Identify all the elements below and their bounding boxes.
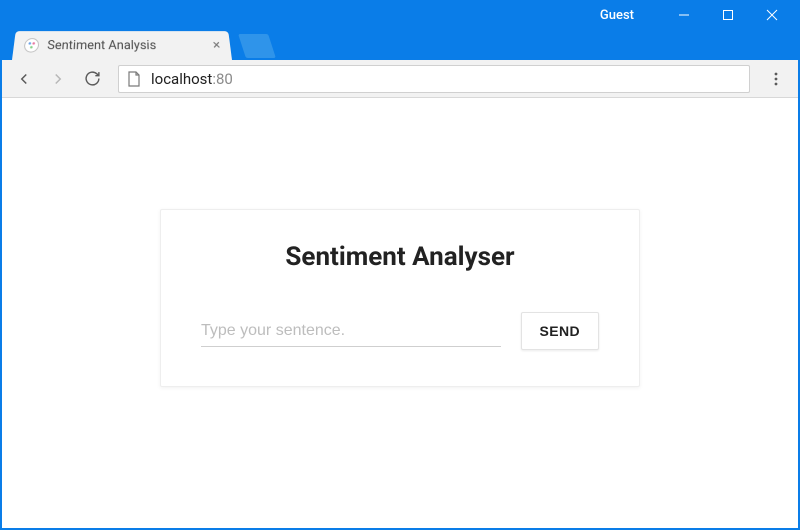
window-titlebar: Guest [2,2,798,28]
url-port: :80 [212,70,233,88]
send-button[interactable]: SEND [521,312,600,350]
url-host: localhost [151,70,212,88]
reload-button[interactable] [78,65,106,93]
maximize-button[interactable] [706,2,750,28]
sentiment-card: Sentiment Analyser SEND [160,209,640,387]
tab-strip: Sentiment Analysis × [2,28,798,60]
favicon-icon [23,38,40,53]
browser-tab-active[interactable]: Sentiment Analysis × [12,31,232,60]
browser-toolbar: localhost:80 [2,60,798,98]
back-button[interactable] [10,65,38,93]
window-controls [662,2,794,28]
address-bar[interactable]: localhost:80 [118,65,750,93]
tab-title: Sentiment Analysis [47,38,206,52]
close-tab-icon[interactable]: × [212,38,221,53]
page-content: Sentiment Analyser SEND [2,98,798,528]
browser-window: Guest Sentiment Analysis × [0,0,800,530]
sentence-input[interactable] [201,316,501,347]
forward-button[interactable] [44,65,72,93]
browser-menu-button[interactable] [762,65,790,93]
minimize-button[interactable] [662,2,706,28]
input-row: SEND [201,312,599,350]
new-tab-button[interactable] [238,34,276,58]
profile-label[interactable]: Guest [600,8,634,23]
page-info-icon[interactable] [127,71,141,87]
app-heading: Sentiment Analyser [201,242,599,272]
close-window-button[interactable] [750,2,794,28]
